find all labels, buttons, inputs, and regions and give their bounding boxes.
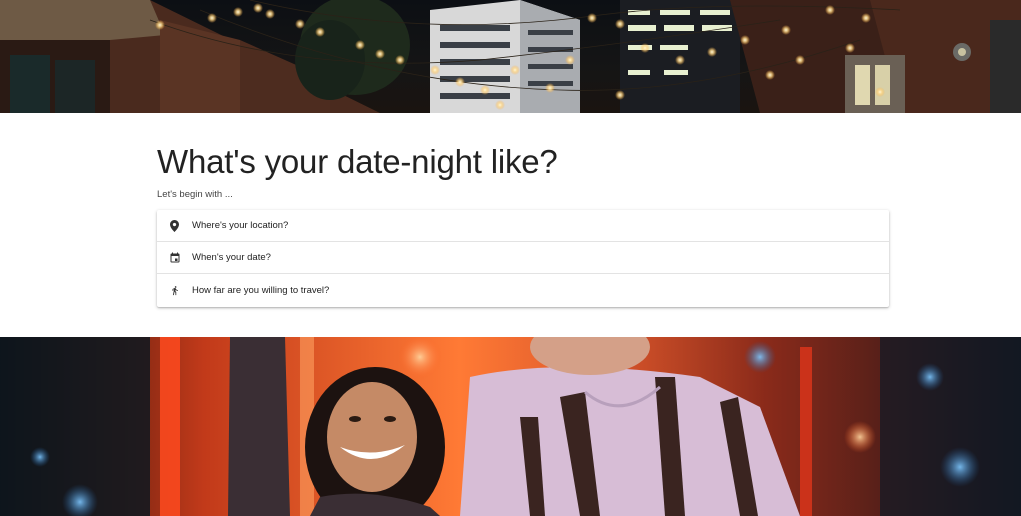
location-pin-icon (157, 219, 192, 232)
date-options-card: Where's your location? When's your date?… (157, 210, 889, 307)
travel-distance-option-label: How far are you willing to travel? (192, 285, 330, 296)
location-option-label: Where's your location? (192, 220, 289, 231)
night-street-illustration (0, 0, 1021, 113)
date-option-label: When's your date? (192, 252, 271, 263)
calendar-icon (157, 252, 192, 264)
location-option[interactable]: Where's your location? (157, 210, 889, 242)
hero-image-top (0, 0, 1021, 113)
walking-icon (157, 284, 192, 297)
date-option[interactable]: When's your date? (157, 242, 889, 274)
main-section: What's your date-night like? Let's begin… (0, 113, 1021, 337)
hero-image-bottom (0, 337, 1021, 516)
page-title: What's your date-night like? (157, 143, 558, 180)
couple-neon-illustration (0, 337, 1021, 516)
page-subtitle: Let's begin with ... (157, 189, 233, 200)
travel-distance-option[interactable]: How far are you willing to travel? (157, 274, 889, 307)
